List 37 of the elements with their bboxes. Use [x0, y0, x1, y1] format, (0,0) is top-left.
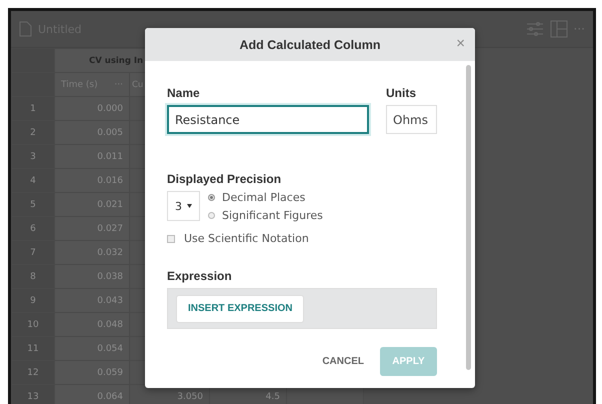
scrollbar[interactable] [466, 65, 471, 370]
table-cell: 3.050 [177, 392, 203, 402]
radio-button[interactable] [208, 194, 215, 201]
row-number: 10 [27, 320, 39, 330]
document-icon [19, 21, 32, 37]
close-button[interactable]: × [456, 35, 465, 52]
name-label: Name [167, 86, 201, 100]
layout-icon[interactable] [550, 20, 568, 38]
precision-dropdown[interactable]: 3 [167, 191, 200, 221]
row-number: 4 [30, 176, 36, 186]
name-field[interactable]: Resistance [167, 105, 369, 134]
cancel-button[interactable]: CANCEL [322, 352, 364, 371]
row-number: 2 [30, 128, 36, 138]
insert-expression-button[interactable]: INSERT EXPRESSION [176, 294, 304, 322]
row-number: 8 [30, 272, 36, 282]
checkbox[interactable] [167, 234, 175, 242]
dialog-title: Add Calculated Column [240, 38, 380, 52]
row-number: 12 [27, 368, 39, 378]
sliders-icon[interactable] [526, 21, 544, 37]
expression-label: Expression [167, 269, 233, 283]
row-number: 7 [30, 248, 36, 258]
row-number: 11 [27, 344, 39, 354]
units-label: Units [386, 86, 417, 100]
units-field[interactable]: Ohms [386, 105, 437, 134]
table-cell: 4.5 [266, 392, 280, 402]
radio-label: Significant Figures [222, 209, 323, 222]
caret-icon [187, 204, 192, 208]
radio-label: Decimal Places [222, 191, 306, 204]
radio-button[interactable] [208, 212, 215, 219]
checkbox-label: Use Scientific Notation [184, 232, 309, 245]
row-number: 3 [30, 152, 36, 162]
row-number: 1 [30, 104, 36, 114]
precision-label: Displayed Precision [167, 172, 282, 186]
row-number: 6 [30, 224, 36, 234]
row-number: 13 [27, 392, 39, 402]
row-number: 9 [30, 296, 36, 306]
row-number: 5 [30, 200, 36, 210]
